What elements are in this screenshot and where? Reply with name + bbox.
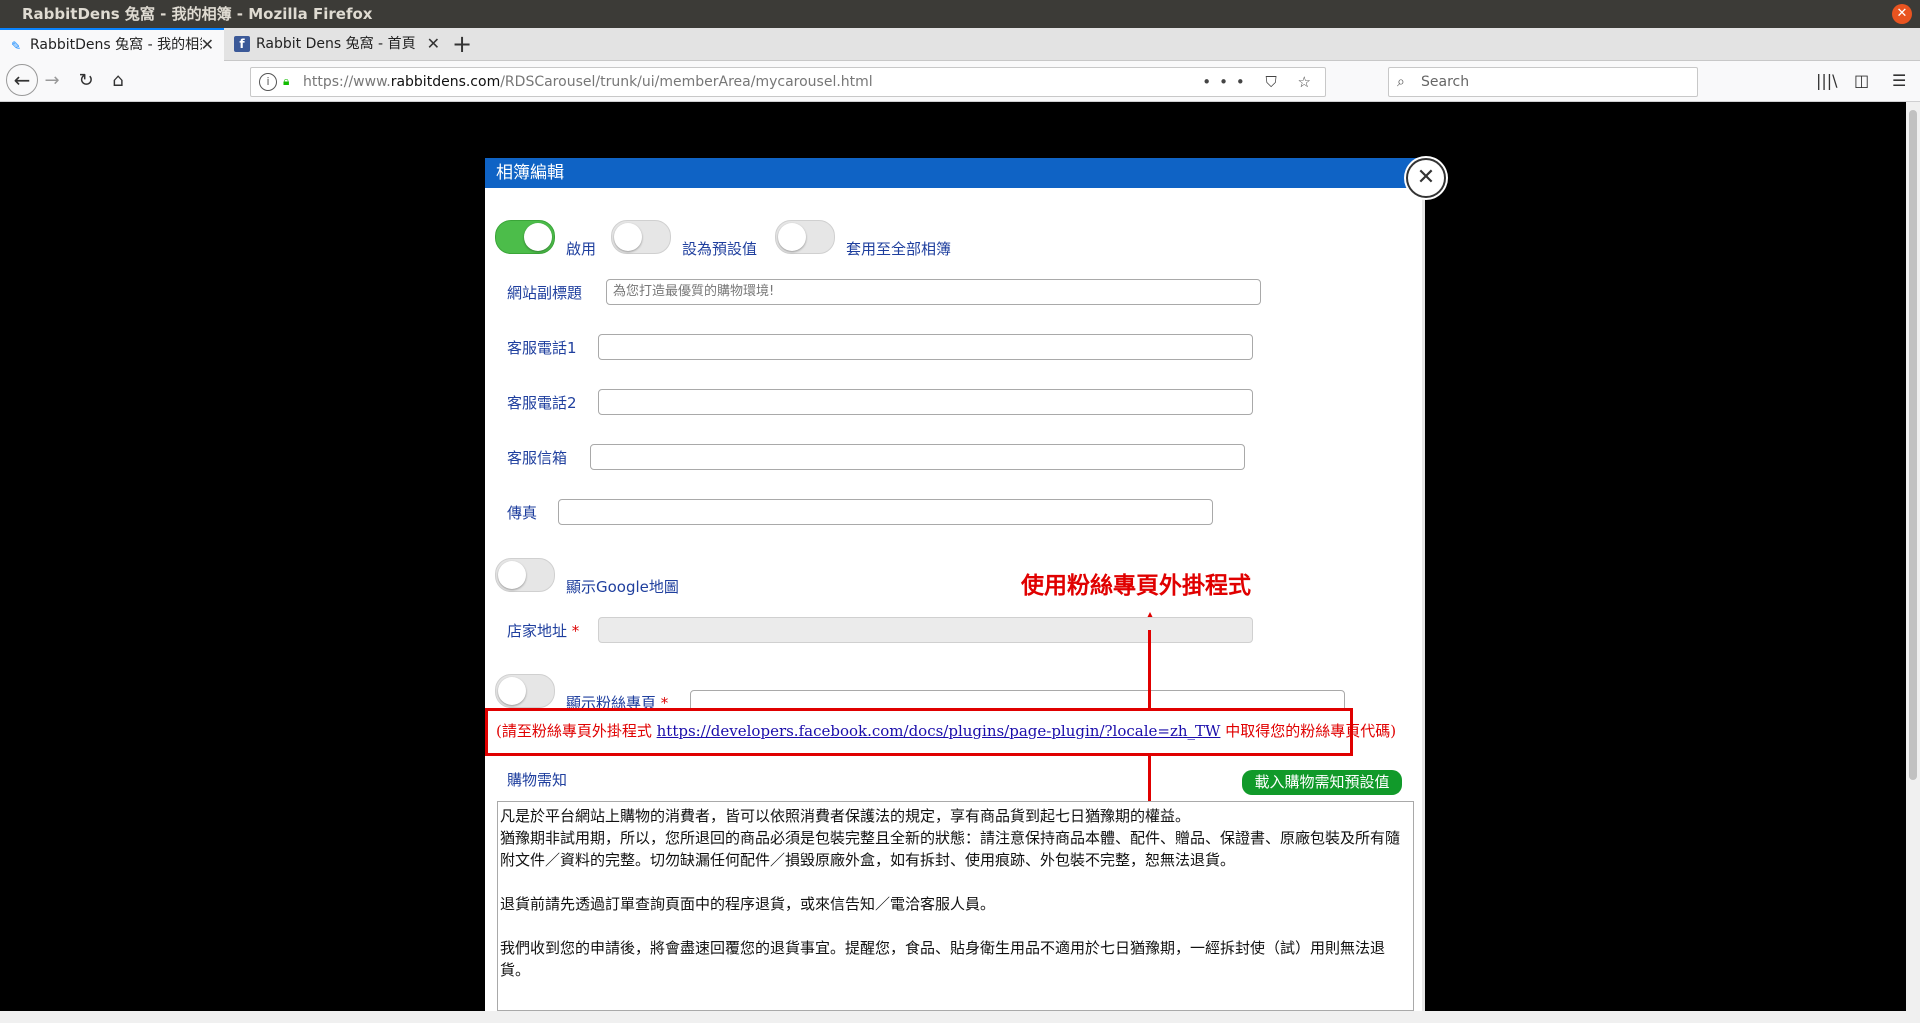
toggle-knob [524, 223, 552, 251]
window-titlebar: RabbitDens 兔窩 - 我的相簿 - Mozilla Firefox ✕ [0, 0, 1920, 28]
fanpage-notice: (請至粉絲專頁外掛程式 https://developers.facebook.… [496, 722, 1397, 740]
tab-mycarousel[interactable]: ✎ RabbitDens 兔窩 - 我的相簿 ✕ [0, 28, 224, 61]
address-input[interactable] [598, 617, 1253, 643]
dialog-header: 相簿編輯 [485, 158, 1425, 188]
toggle-knob [614, 223, 642, 251]
search-bar[interactable]: ⌕ Search [1388, 67, 1698, 97]
shopping-notes-line [500, 871, 1411, 893]
album-edit-dialog: 相簿編輯 啟用 設為預設值 套用至全部相簿 網站副標題 為您打造最優質的購物環境… [485, 158, 1425, 1011]
search-placeholder: Search [1421, 74, 1470, 90]
apply-all-label: 套用至全部相簿 [846, 240, 952, 258]
enable-toggle[interactable] [495, 220, 555, 254]
info-icon[interactable]: i [259, 73, 277, 91]
apply-all-toggle[interactable] [775, 220, 835, 254]
set-default-label: 設為預設值 [682, 240, 758, 258]
lock-icon[interactable]: 🔒︎ [283, 74, 295, 88]
rabbit-favicon-icon: ✎ [10, 39, 22, 53]
dialog-scrollbar[interactable] [1422, 158, 1425, 1011]
shopping-notes-label: 購物需知 [507, 771, 568, 789]
google-map-label: 顯示Google地圖 [566, 578, 679, 596]
phone2-label: 客服電話2 [507, 394, 577, 412]
enable-label: 啟用 [566, 240, 597, 258]
tab-label: Rabbit Dens 兔窩 - 首頁 [256, 36, 416, 52]
toggle-knob [498, 677, 526, 705]
toggle-knob [778, 223, 806, 251]
back-button[interactable]: ← [6, 64, 38, 96]
page-actions-icons[interactable]: ••• ⛉ ☆ [1202, 68, 1319, 96]
email-input[interactable] [590, 444, 1245, 470]
menu-icon[interactable]: ☰ [1892, 67, 1906, 95]
shopping-notes-line: 我們收到您的申請後，將會盡速回覆您的退貨事宜。提醒您，食品、貼身衛生用品不適用於… [500, 939, 1386, 979]
annotation-title: 使用粉絲專頁外掛程式 [1021, 573, 1251, 599]
toggle-knob [498, 561, 526, 589]
phone1-input[interactable] [598, 334, 1253, 360]
search-icon: ⌕ [1397, 74, 1405, 90]
load-default-shopping-notes-button[interactable]: 載入購物需知預設值 [1242, 770, 1402, 795]
dialog-title: 相簿編輯 [496, 163, 564, 183]
subtitle-label: 網站副標題 [507, 284, 583, 302]
annotation-arrow-line-top [1148, 630, 1151, 708]
google-map-toggle[interactable] [495, 558, 555, 592]
sidebar-icon[interactable]: ◫ [1854, 67, 1869, 95]
window-close-button[interactable]: ✕ [1892, 4, 1912, 24]
dialog-close-button[interactable]: ✕ [1406, 158, 1446, 198]
subtitle-input[interactable]: 為您打造最優質的購物環境! [606, 279, 1261, 305]
email-label: 客服信箱 [507, 449, 568, 467]
set-default-toggle[interactable] [611, 220, 671, 254]
shopping-notes-line: 凡是於平台網站上購物的消費者，皆可以依照消費者保護法的規定，享有商品貨到起七日猶… [500, 807, 1191, 825]
tab-facebook[interactable]: f Rabbit Dens 兔窩 - 首頁 ✕ [226, 28, 450, 60]
facebook-favicon-icon: f [234, 36, 250, 52]
page-scrollbar[interactable] [1906, 102, 1920, 1011]
new-tab-button[interactable]: + [452, 28, 472, 60]
reload-button[interactable]: ↻ [72, 67, 100, 95]
navigation-toolbar: ← → ↻ ⌂ i 🔒︎ https://www.rabbitdens.com/… [0, 61, 1920, 102]
scrollbar-thumb[interactable] [1909, 110, 1917, 780]
fax-label: 傳真 [507, 504, 538, 522]
home-button[interactable]: ⌂ [104, 67, 132, 95]
page-bottom-strip [0, 1011, 1920, 1023]
tab-bar: ✎ RabbitDens 兔窩 - 我的相簿 ✕ f Rabbit Dens 兔… [0, 28, 1920, 61]
window-title: RabbitDens 兔窩 - 我的相簿 - Mozilla Firefox [22, 5, 373, 23]
tab-close-icon[interactable]: ✕ [201, 30, 214, 60]
tab-close-icon[interactable]: ✕ [427, 28, 440, 60]
fanpage-toggle[interactable] [495, 674, 555, 708]
phone2-input[interactable] [598, 389, 1253, 415]
phone1-label: 客服電話1 [507, 339, 577, 357]
fanpage-notice-box: (請至粉絲專頁外掛程式 https://developers.facebook.… [485, 708, 1396, 756]
shopping-notes-line: 猶豫期非試用期，所以，您所退回的商品必須是包裝完整且全新的狀態：請注意保持商品本… [500, 829, 1401, 869]
url-bar[interactable]: i 🔒︎ https://www.rabbitdens.com/RDSCarou… [250, 67, 1326, 97]
tab-label: RabbitDens 兔窩 - 我的相簿 [30, 37, 202, 53]
url-text[interactable]: https://www.rabbitdens.com/RDSCarousel/t… [303, 68, 873, 96]
address-label: 店家地址 * [507, 622, 580, 640]
fanpage-plugin-link[interactable]: https://developers.facebook.com/docs/plu… [657, 722, 1221, 740]
shopping-notes-line [500, 915, 1411, 937]
shopping-notes-line: 退貨前請先透過訂單查詢頁面中的程序退貨，或來信告知／電洽客服人員。 [500, 895, 996, 913]
library-icon[interactable]: |||\ [1816, 67, 1838, 95]
forward-button[interactable]: → [38, 67, 66, 95]
fax-input[interactable] [558, 499, 1213, 525]
shopping-notes-textarea[interactable]: 凡是於平台網站上購物的消費者，皆可以依照消費者保護法的規定，享有商品貨到起七日猶… [497, 801, 1414, 1011]
